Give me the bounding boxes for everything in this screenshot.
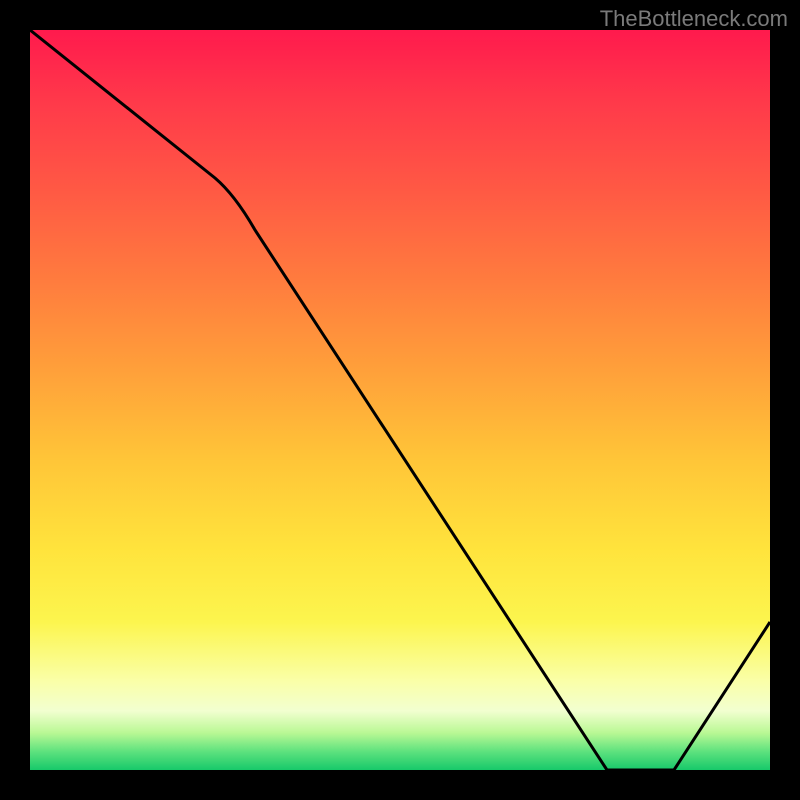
gradient-background bbox=[30, 30, 770, 770]
plot-area bbox=[30, 30, 770, 770]
attribution-text: TheBottleneck.com bbox=[600, 6, 788, 32]
